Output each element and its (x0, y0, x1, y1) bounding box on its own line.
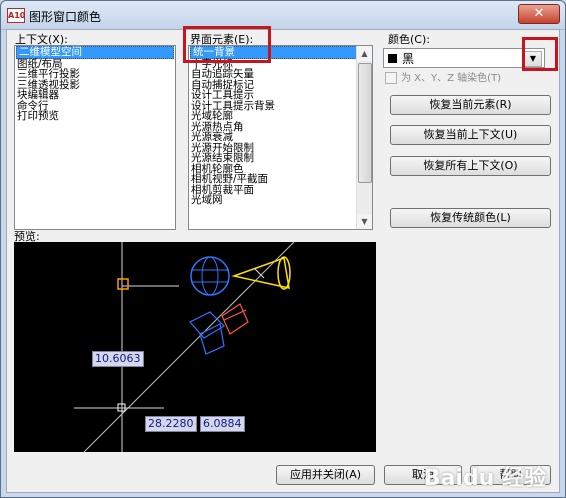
restore-current-element-button[interactable]: 恢复当前元素(R) (390, 95, 551, 115)
element-list-item[interactable]: 光域轮廓 (189, 111, 372, 122)
dropdown-highlight-box (522, 37, 558, 71)
apply-and-close-button[interactable]: 应用并关闭(A) (276, 465, 375, 485)
point-light-globe-icon (190, 256, 230, 296)
title-bar[interactable]: A10 图形窗口颜色 ✕ (1, 1, 565, 30)
autosnap-marker-icon (117, 278, 129, 290)
element-list-item[interactable]: 光域网 (189, 195, 372, 206)
preview-canvas: 10.6063 28.2280 6.0884 (14, 241, 376, 453)
element-list-scrollbar[interactable]: ▲ ▼ (356, 46, 372, 229)
element-list-item[interactable]: 自动追踪矢量 (189, 69, 372, 80)
dimension-x-tag: 28.2280 (145, 416, 197, 432)
element-list-item[interactable]: 相机视野/平截面 (189, 174, 372, 185)
context-list-item[interactable]: 打印预览 (15, 111, 175, 122)
element-list-item[interactable]: 光源结束限制 (189, 153, 372, 164)
element-list-item[interactable]: 光源衰减 (189, 132, 372, 143)
context-list-item[interactable]: 块编辑器 (15, 90, 175, 101)
element-list-item[interactable]: 设计工具提示 (189, 90, 372, 101)
element-highlight-box (183, 26, 271, 63)
restore-current-context-button[interactable]: 恢复当前上下文(U) (390, 125, 551, 145)
color-dropdown[interactable]: 黑 ▼ (383, 48, 545, 68)
scroll-down-icon[interactable]: ▼ (357, 214, 372, 229)
dimension-vertical-tag: 10.6063 (92, 351, 144, 367)
color-dropdown-value: 黑 (402, 52, 415, 66)
autocad-app-icon: A10 (7, 8, 25, 23)
scroll-up-icon[interactable]: ▲ (357, 46, 372, 61)
checkbox-box[interactable] (385, 72, 397, 84)
tint-axes-checkbox[interactable]: 为 X、Y、Z 轴染色(T) (385, 69, 501, 84)
baidu-watermark: Baidu 经验 (423, 466, 546, 491)
close-button[interactable]: ✕ (518, 4, 560, 24)
spotlight-cone-icon (231, 256, 290, 289)
scrollbar-thumb[interactable] (358, 63, 372, 183)
context-list-item[interactable]: 二维模型空间 (16, 46, 174, 59)
interface-element-listbox[interactable]: 统一背景 十字光标 自动追踪矢量 自动捕捉标记 设计工具提示 设计工具提示背景 光域轮廓 光源… (188, 45, 373, 230)
tint-axes-label: 为 X、Y、Z 轴染色(T) (401, 73, 502, 84)
camera-glyph-icon (189, 303, 249, 355)
restore-all-contexts-button[interactable]: 恢复所有上下文(O) (390, 156, 551, 176)
color-swatch (388, 54, 397, 63)
context-listbox[interactable]: 二维模型空间 图纸/布局 三维平行投影 三维透视投影 块编辑器 命令行 打印预览 (14, 45, 176, 230)
context-list-item[interactable]: 三维平行投影 (15, 69, 175, 80)
restore-classic-colors-button[interactable]: 恢复传统颜色(L) (390, 208, 551, 228)
dimension-y-tag: 6.0884 (200, 416, 245, 432)
window-title: 图形窗口颜色 (29, 10, 102, 24)
color-label: 颜色(C): (388, 33, 430, 46)
